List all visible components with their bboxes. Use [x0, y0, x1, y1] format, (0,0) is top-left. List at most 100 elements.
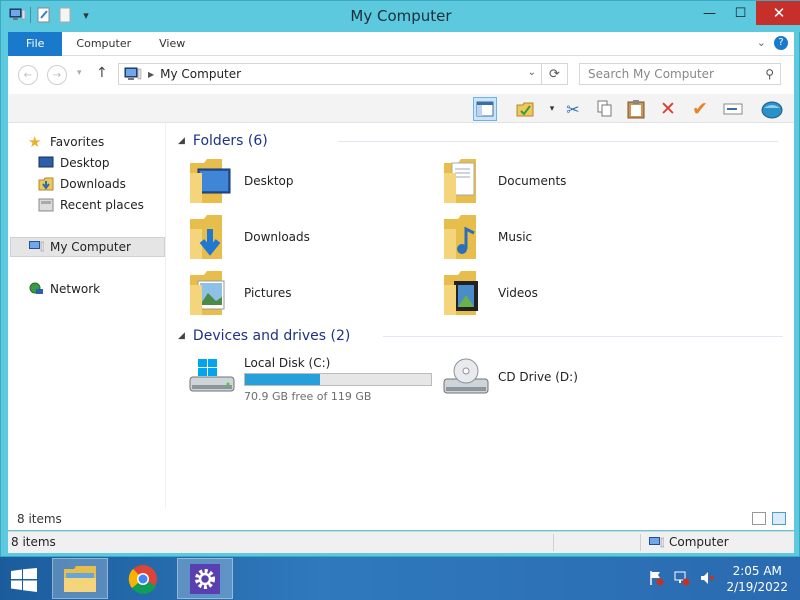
check-icon[interactable]: ✔	[688, 97, 712, 121]
devices-group-header[interactable]: ◢ Devices and drives (2)	[178, 326, 783, 346]
folders-header-label: Folders (6)	[192, 133, 268, 149]
folders-group-header[interactable]: ◢ Folders (6)	[178, 131, 778, 151]
nav-item-label: Network	[50, 282, 101, 296]
nav-item-label: My Computer	[50, 240, 131, 254]
properties-icon[interactable]	[513, 97, 537, 121]
disk-usage-fill	[245, 374, 321, 385]
outer-item-count: 8 items	[11, 535, 56, 549]
nav-item-desktop[interactable]: Desktop	[38, 153, 110, 173]
clock-date: 2/19/2022	[726, 580, 788, 594]
desktop-folder-icon	[188, 157, 232, 205]
taskbar-chrome[interactable]	[115, 558, 171, 599]
address-bar[interactable]: ▶ My Computer ⌄	[118, 63, 542, 85]
minimize-button[interactable]: —	[694, 1, 725, 25]
address-dropdown-icon[interactable]: ⌄	[528, 67, 536, 78]
details-view-icon[interactable]	[752, 512, 766, 525]
nav-item-downloads[interactable]: Downloads	[38, 174, 126, 194]
search-icon[interactable]: ⚲	[765, 64, 774, 84]
ribbon-right-controls: ⌄ ?	[757, 36, 788, 50]
action-center-icon[interactable]	[648, 570, 664, 586]
gear-icon	[190, 563, 220, 594]
main-area: ★ Favorites Desktop Downloads Recent pla…	[8, 123, 794, 530]
tab-computer[interactable]: Computer	[62, 32, 145, 56]
command-toolbar: ▾ ✂ ✕ ✔	[8, 94, 794, 123]
taskbar-settings[interactable]	[177, 558, 233, 599]
window-title: My Computer	[350, 7, 452, 25]
cd-drive-icon	[442, 357, 490, 404]
large-icons-view-icon[interactable]	[772, 512, 786, 525]
computer-icon	[648, 536, 664, 549]
tab-view[interactable]: View	[145, 32, 199, 56]
breadcrumb-my-computer[interactable]: My Computer	[160, 67, 241, 81]
folder-tile-music[interactable]: Music	[442, 213, 682, 265]
desktop-icon	[38, 156, 54, 170]
nav-item-my-computer[interactable]: My Computer	[10, 237, 165, 257]
network-tray-icon[interactable]	[674, 570, 690, 586]
nav-item-favorites[interactable]: ★ Favorites	[28, 132, 104, 152]
folder-name: Pictures	[244, 286, 292, 300]
star-icon: ★	[28, 133, 42, 151]
window-controls: — ☐ ✕	[694, 1, 800, 25]
folder-tile-videos[interactable]: Videos	[442, 269, 682, 321]
documents-folder-icon	[442, 157, 486, 205]
taskbar-clock[interactable]: 2:05 AM 2/19/2022	[726, 563, 788, 595]
drive-tile-local-disk[interactable]: Local Disk (C:) 70.9 GB free of 119 GB	[188, 353, 448, 409]
search-placeholder: Search My Computer	[588, 67, 714, 81]
preview-pane-icon[interactable]	[473, 97, 497, 121]
folder-name: Downloads	[244, 230, 310, 244]
taskbar: 2:05 AM 2/19/2022	[0, 557, 800, 600]
explorer-window: ▾ My Computer — ☐ ✕ File Computer View ⌄…	[0, 0, 800, 557]
downloads-folder-icon	[188, 213, 232, 261]
back-button[interactable]: ←	[18, 65, 38, 85]
folder-name: Desktop	[244, 174, 294, 188]
start-button[interactable]	[10, 568, 40, 592]
computer-icon	[28, 240, 45, 254]
view-toggle	[752, 512, 786, 525]
status-divider	[640, 534, 641, 551]
globe-icon[interactable]	[760, 97, 784, 121]
search-input[interactable]: Search My Computer ⚲	[579, 63, 781, 85]
recent-locations-button[interactable]: ▾	[77, 68, 82, 78]
paste-icon[interactable]	[624, 97, 648, 121]
volume-muted-icon[interactable]	[700, 570, 716, 586]
collapse-icon[interactable]: ◢	[178, 331, 185, 341]
nav-item-network[interactable]: Network	[28, 279, 100, 299]
devices-header-label: Devices and drives (2)	[192, 328, 351, 344]
chrome-icon	[128, 564, 157, 594]
folder-tile-downloads[interactable]: Downloads	[188, 213, 428, 265]
help-button[interactable]: ?	[774, 36, 788, 50]
breadcrumb-separator-icon[interactable]: ▶	[148, 70, 154, 79]
refresh-button[interactable]: ⟳	[542, 63, 568, 85]
downloads-icon	[38, 177, 54, 191]
folder-tile-documents[interactable]: Documents	[442, 157, 682, 209]
drive-name: Local Disk (C:)	[244, 356, 331, 370]
close-button[interactable]: ✕	[756, 1, 800, 25]
nav-item-label: Favorites	[50, 135, 105, 149]
group-divider	[338, 141, 778, 142]
drive-tile-cd[interactable]: CD Drive (D:)	[442, 353, 642, 409]
nav-item-recent-places[interactable]: Recent places	[38, 195, 144, 215]
nav-item-label: Downloads	[60, 177, 126, 191]
folder-tile-desktop[interactable]: Desktop	[188, 157, 428, 209]
folder-name: Videos	[498, 286, 538, 300]
taskbar-file-explorer[interactable]	[52, 558, 108, 599]
forward-button[interactable]: →	[47, 65, 67, 85]
rename-icon[interactable]	[721, 97, 745, 121]
disk-usage-bar	[244, 373, 432, 386]
copy-icon[interactable]	[593, 97, 617, 121]
delete-icon[interactable]: ✕	[656, 97, 680, 121]
cut-icon[interactable]: ✂	[561, 97, 585, 121]
drive-free-space: 70.9 GB free of 119 GB	[244, 390, 372, 403]
up-button[interactable]: ↑	[96, 65, 108, 81]
folder-icon	[64, 565, 96, 592]
recent-places-icon	[38, 198, 54, 212]
maximize-button[interactable]: ☐	[725, 1, 756, 25]
tab-file[interactable]: File	[8, 32, 63, 56]
status-divider	[553, 534, 554, 551]
collapse-icon[interactable]: ◢	[178, 136, 185, 146]
folder-tile-pictures[interactable]: Pictures	[188, 269, 428, 321]
inner-status-bar: 8 items	[8, 508, 794, 530]
title-bar[interactable]: ▾ My Computer — ☐ ✕	[1, 1, 800, 32]
ribbon-collapse-button[interactable]: ⌄	[757, 36, 766, 50]
network-icon	[28, 282, 44, 296]
